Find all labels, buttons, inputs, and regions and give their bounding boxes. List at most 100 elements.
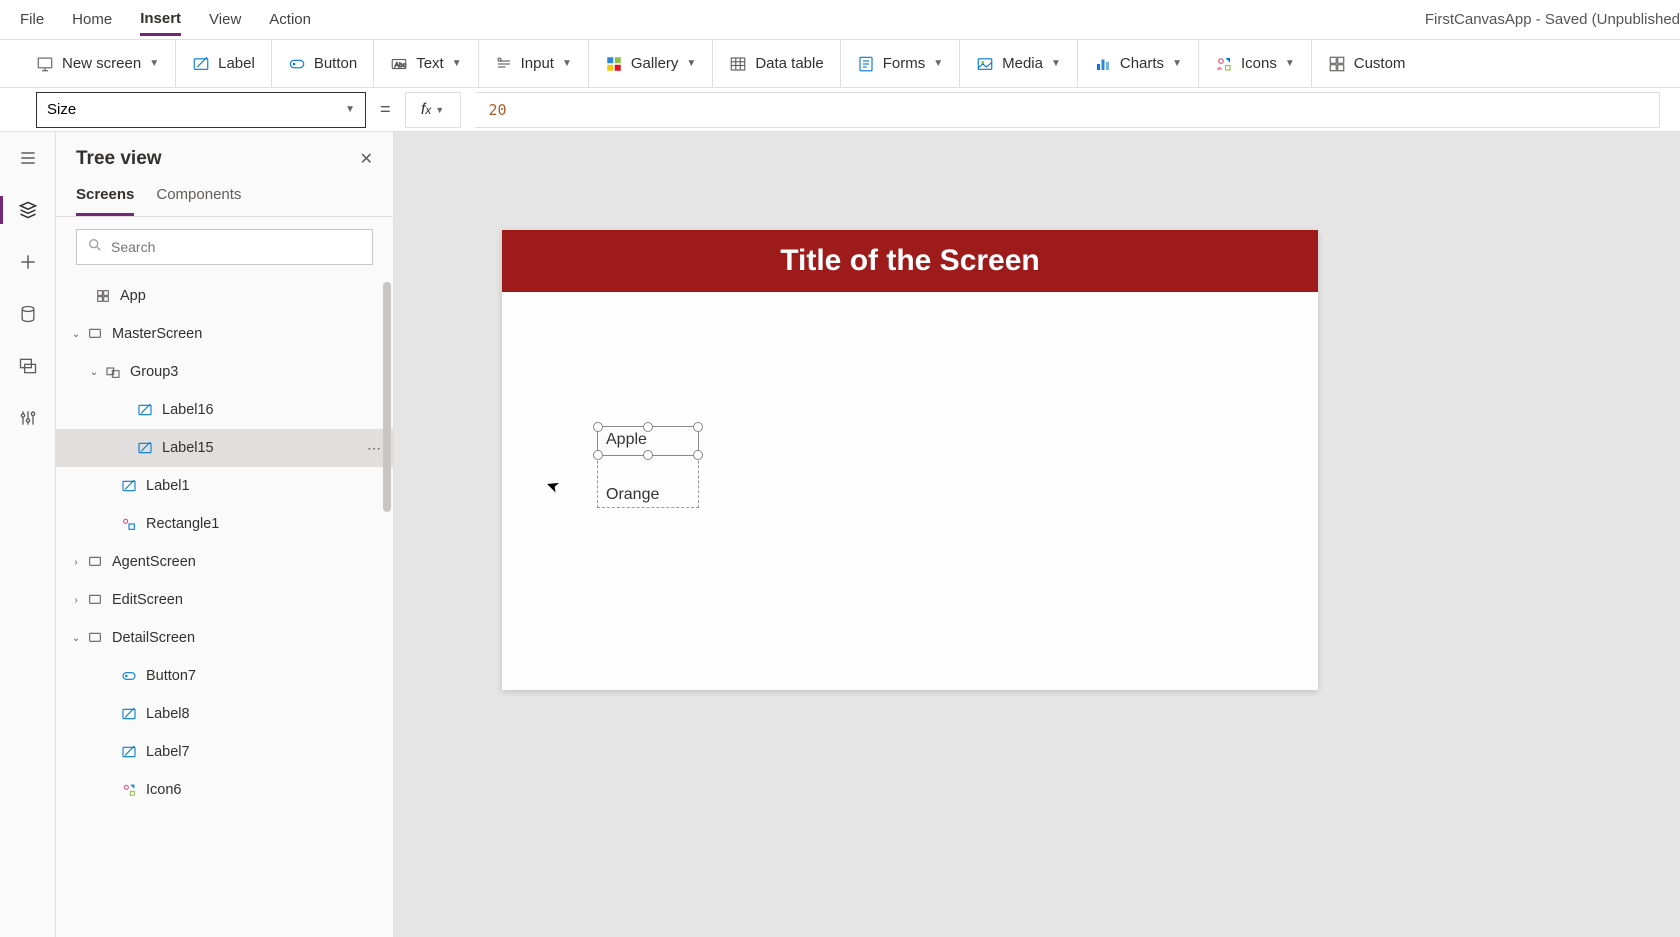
formula-input[interactable] xyxy=(489,101,1645,119)
rect-icon xyxy=(120,515,138,533)
tree-item-icon6[interactable]: ▾Icon6 xyxy=(56,771,393,809)
label-apple[interactable]: Apple xyxy=(606,431,647,449)
tree-item-label: AgentScreen xyxy=(112,554,196,570)
tree-item-group3[interactable]: ⌄ Group3 xyxy=(56,353,393,391)
data-table-label: Data table xyxy=(755,55,823,72)
search-box[interactable] xyxy=(76,229,373,265)
screen-icon xyxy=(86,629,104,647)
chevron-down-icon: ▼ xyxy=(562,58,572,69)
scrollbar-thumb[interactable] xyxy=(383,282,391,512)
button-icon xyxy=(120,667,138,685)
resize-handle[interactable] xyxy=(593,422,603,432)
tree-app[interactable]: ▾ App xyxy=(56,277,393,315)
gallery-icon xyxy=(605,55,623,73)
tree-item-label: Label7 xyxy=(146,744,190,760)
more-icon[interactable]: ⋯ xyxy=(367,440,381,457)
menu-file[interactable]: File xyxy=(20,5,44,34)
tree-item-label: DetailScreen xyxy=(112,630,195,646)
resize-handle[interactable] xyxy=(693,422,703,432)
resize-handle[interactable] xyxy=(593,450,603,460)
input-icon xyxy=(495,55,513,73)
resize-handle[interactable] xyxy=(643,450,653,460)
tree-item-agentscreen[interactable]: › AgentScreen xyxy=(56,543,393,581)
chevron-right-icon[interactable]: › xyxy=(66,557,86,568)
tree-panel: Tree view ✕ Screens Components ▾ App ⌄Ma… xyxy=(56,132,394,937)
tree-item-editscreen[interactable]: ›EditScreen xyxy=(56,581,393,619)
charts-button[interactable]: Charts ▼ xyxy=(1078,40,1199,87)
search-icon xyxy=(87,237,103,258)
tree-item-label: Group3 xyxy=(130,364,178,380)
label-orange[interactable]: Orange xyxy=(606,486,659,504)
equals-sign: = xyxy=(380,99,391,120)
menu-insert[interactable]: Insert xyxy=(140,4,181,36)
window-title: FirstCanvasApp - Saved (Unpublished xyxy=(1425,11,1680,28)
forms-button[interactable]: Forms ▼ xyxy=(841,40,960,87)
menu-view[interactable]: View xyxy=(209,5,241,34)
custom-button[interactable]: Custom xyxy=(1312,40,1422,87)
label-icon xyxy=(120,743,138,761)
text-button[interactable]: Abc Text ▼ xyxy=(374,40,478,87)
forms-icon xyxy=(857,55,875,73)
tab-screens[interactable]: Screens xyxy=(76,178,134,216)
svg-text:Abc: Abc xyxy=(395,62,407,69)
tree-item-label15[interactable]: ▾Label15⋯ xyxy=(56,429,393,467)
data-table-button[interactable]: Data table xyxy=(713,40,840,87)
new-screen-button[interactable]: New screen ▼ xyxy=(20,40,176,87)
tree-view-icon[interactable] xyxy=(16,198,40,222)
screen-icon xyxy=(86,325,104,343)
tree-item-button7[interactable]: ▾Button7 xyxy=(56,657,393,695)
button-button[interactable]: Button xyxy=(272,40,374,87)
chevron-down-icon: ▼ xyxy=(1051,58,1061,69)
formula-input-wrap[interactable] xyxy=(475,92,1660,128)
label-icon xyxy=(120,705,138,723)
database-icon[interactable] xyxy=(16,302,40,326)
property-input[interactable] xyxy=(47,101,345,118)
search-input[interactable] xyxy=(111,239,362,255)
tree-item-masterscreen[interactable]: ⌄MasterScreen xyxy=(56,315,393,353)
screens-icon[interactable] xyxy=(16,354,40,378)
settings-icon[interactable] xyxy=(16,406,40,430)
menu-home[interactable]: Home xyxy=(72,5,112,34)
chevron-right-icon[interactable]: › xyxy=(66,595,86,606)
tab-components[interactable]: Components xyxy=(156,178,241,216)
table-icon xyxy=(729,55,747,73)
chevron-down-icon: ▼ xyxy=(933,58,943,69)
chevron-down-icon: ▼ xyxy=(435,105,444,115)
chevron-down-icon[interactable]: ⌄ xyxy=(66,329,86,340)
chevron-down-icon[interactable]: ⌄ xyxy=(66,633,86,644)
fx-icon: fx xyxy=(421,101,431,119)
button-label: Button xyxy=(314,55,357,72)
chevron-down-icon: ▼ xyxy=(452,58,462,69)
label15-selection[interactable]: Apple xyxy=(597,426,699,456)
hamburger-icon[interactable] xyxy=(16,146,40,170)
label-button[interactable]: Label xyxy=(176,40,272,87)
gallery-button[interactable]: Gallery ▼ xyxy=(589,40,713,87)
gallery-label: Gallery xyxy=(631,55,679,72)
tree-item-rectangle1[interactable]: ▾Rectangle1 xyxy=(56,505,393,543)
resize-handle[interactable] xyxy=(693,450,703,460)
chevron-down-icon[interactable]: ⌄ xyxy=(84,367,104,378)
forms-label: Forms xyxy=(883,55,926,72)
icon-icon xyxy=(120,781,138,799)
tree-item-label8[interactable]: ▾Label8 xyxy=(56,695,393,733)
property-dropdown[interactable]: ▼ xyxy=(36,92,366,128)
tree-item-detailscreen[interactable]: ⌄ DetailScreen xyxy=(56,619,393,657)
menu-action[interactable]: Action xyxy=(269,5,311,34)
media-button[interactable]: Media ▼ xyxy=(960,40,1078,87)
resize-handle[interactable] xyxy=(643,422,653,432)
tree-item-label7[interactable]: ▾Label7 xyxy=(56,733,393,771)
artboard[interactable]: Title of the Screen Orange Apple xyxy=(502,230,1318,690)
icons-button[interactable]: Icons ▼ xyxy=(1199,40,1312,87)
screen-title-bar[interactable]: Title of the Screen xyxy=(502,230,1318,292)
add-icon[interactable] xyxy=(16,250,40,274)
tree-title: Tree view xyxy=(76,148,162,170)
canvas[interactable]: Title of the Screen Orange Apple ➤ xyxy=(394,132,1680,937)
fx-button[interactable]: fx ▼ xyxy=(405,92,461,128)
close-icon[interactable]: ✕ xyxy=(360,149,373,169)
tree-item-label1[interactable]: ▾Label1 xyxy=(56,467,393,505)
input-button[interactable]: Input ▼ xyxy=(479,40,589,87)
input-label: Input xyxy=(521,55,554,72)
tree-item-label: Label15 xyxy=(162,440,214,456)
tree-item-label16[interactable]: ▾Label16 xyxy=(56,391,393,429)
chevron-down-icon: ▼ xyxy=(345,104,355,115)
